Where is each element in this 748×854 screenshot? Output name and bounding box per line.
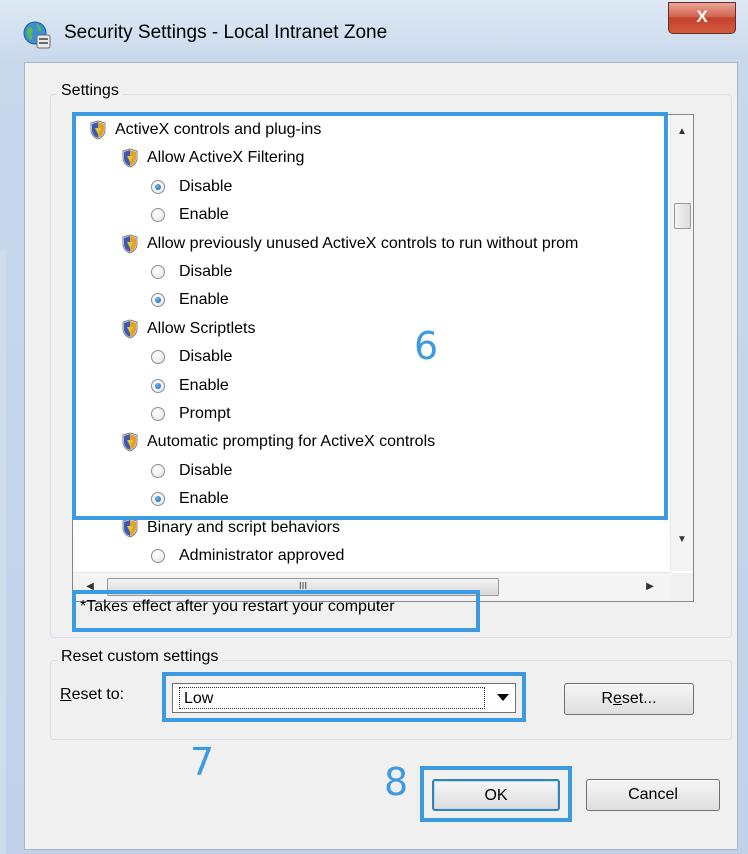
window-edge <box>0 250 6 854</box>
vertical-scroll-thumb[interactable] <box>674 203 691 229</box>
annotation-number-8: 8 <box>384 760 409 804</box>
settings-group-title: Settings <box>57 82 123 100</box>
setting-option-radio[interactable]: Administrator approved <box>151 543 344 569</box>
annotation-box-7 <box>162 672 526 722</box>
scroll-right-icon[interactable]: ▶ <box>639 576 661 598</box>
tree-row-label: Binary and script behaviors <box>147 518 340 536</box>
title-bar[interactable]: Security Settings - Local Intranet Zone … <box>0 0 748 62</box>
close-icon: X <box>696 7 708 26</box>
scrollbar-corner <box>671 573 693 601</box>
reset-button[interactable]: Reset... <box>564 683 694 715</box>
annotation-number-7: 7 <box>190 740 215 784</box>
radio-unchecked-icon[interactable] <box>151 549 165 563</box>
annotation-box-6 <box>72 112 668 520</box>
close-button[interactable]: X <box>668 2 736 34</box>
scroll-down-icon[interactable]: ▼ <box>671 529 693 551</box>
tree-row-label: Administrator approved <box>179 547 345 564</box>
annotation-number-6: 6 <box>414 324 439 368</box>
ok-button[interactable]: OK <box>432 779 560 811</box>
reset-to-label: Reset to: <box>60 686 125 703</box>
window-title: Security Settings - Local Intranet Zone <box>64 22 388 43</box>
globe-security-icon <box>22 20 52 50</box>
scroll-up-icon[interactable]: ▲ <box>671 121 693 143</box>
security-shield-icon <box>121 518 139 538</box>
annotation-box-note <box>72 590 480 632</box>
cancel-button[interactable]: Cancel <box>586 779 720 811</box>
reset-group-title: Reset custom settings <box>57 648 223 666</box>
vertical-scrollbar[interactable]: ▲ ▼ <box>670 115 693 571</box>
